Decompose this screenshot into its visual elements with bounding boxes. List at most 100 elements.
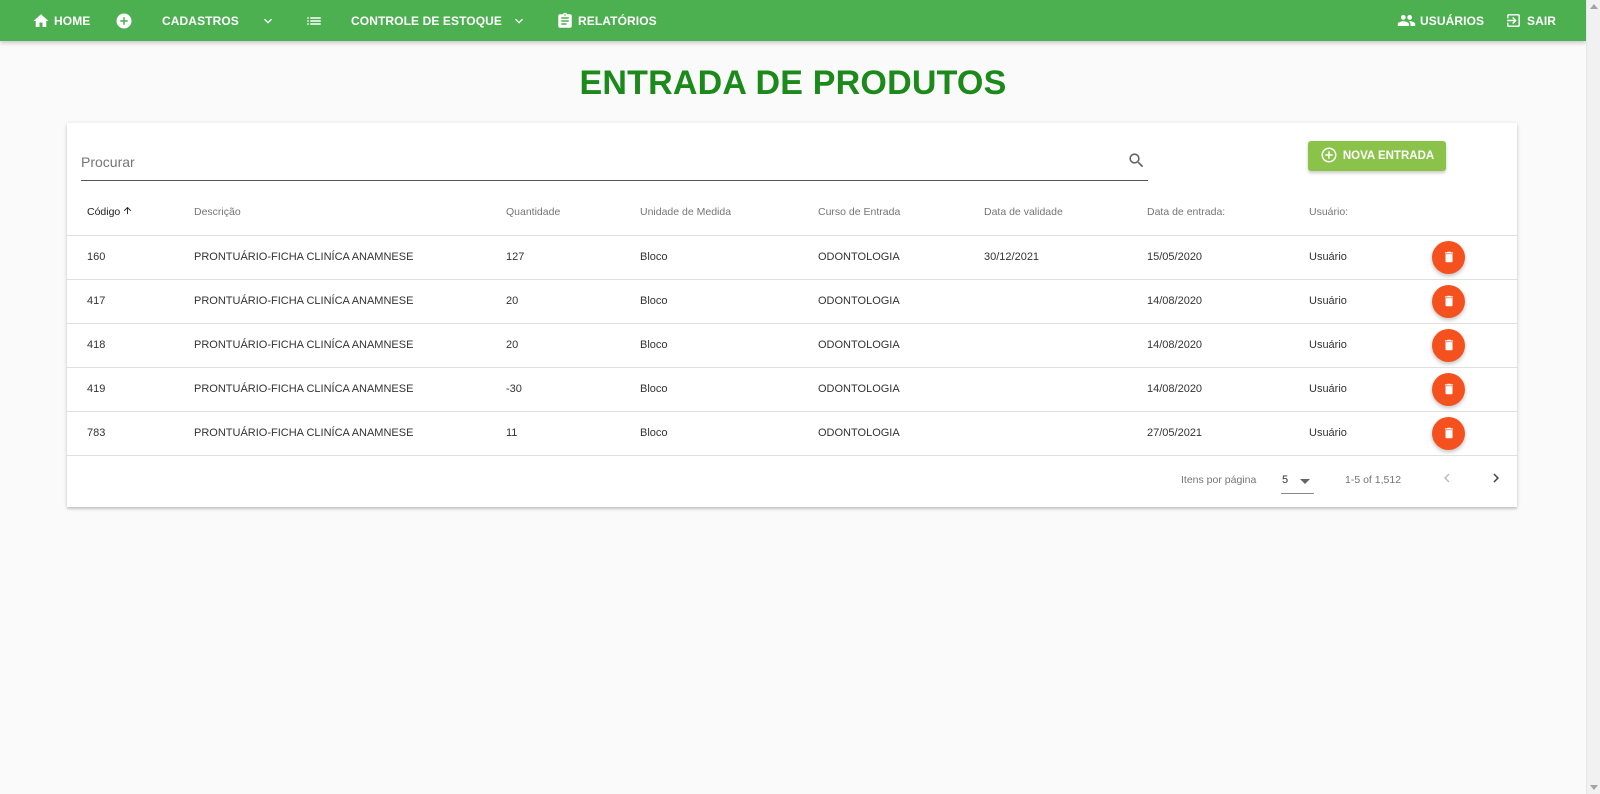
delete-button[interactable] — [1432, 240, 1465, 274]
arrow-up-icon — [122, 205, 133, 219]
cell-codigo: 419 — [67, 367, 194, 412]
cell-actions — [1432, 411, 1517, 456]
table-row[interactable]: 417 PRONTUÁRIO-FICHA CLINÍCA ANAMNESE 20 Bl… — [67, 279, 1517, 324]
nav-sair[interactable]: SAIR — [1505, 0, 1556, 41]
list-icon[interactable] — [305, 0, 323, 41]
cell-codigo: 783 — [67, 411, 194, 456]
chevron-right-icon — [1493, 473, 1499, 483]
table-row[interactable]: 160 PRONTUÁRIO-FICHA CLINÍCA ANAMNESE 127 B… — [67, 235, 1517, 280]
cell-data-entrada: 27/05/2021 — [1147, 411, 1309, 456]
cell-unidade: Bloco — [640, 411, 818, 456]
column-header-codigo[interactable]: Código — [67, 189, 194, 236]
cell-data-entrada: 14/08/2020 — [1147, 367, 1309, 412]
page-size-select[interactable]: 5 — [1281, 466, 1314, 494]
table-row[interactable]: 419 PRONTUÁRIO-FICHA CLINÍCA ANAMNESE -30 B… — [67, 367, 1517, 412]
delete-button[interactable] — [1432, 284, 1465, 318]
cell-descricao: PRONTUÁRIO-FICHA CLINÍCA ANAMNESE — [194, 367, 506, 412]
trash-icon — [1442, 294, 1456, 308]
cell-usuario: Usuário — [1309, 323, 1432, 368]
cell-data-entrada: 15/05/2020 — [1147, 235, 1309, 280]
cell-data-entrada: 14/08/2020 — [1147, 323, 1309, 368]
nav-home-label: HOME — [54, 13, 91, 28]
column-header-validade[interactable]: Data de validade — [984, 189, 1147, 236]
new-entry-button-label: NOVA ENTRADA — [1342, 150, 1435, 162]
chevron-down-icon[interactable] — [260, 0, 276, 41]
cell-descricao: PRONTUÁRIO-FICHA CLINÍCA ANAMNESE — [194, 279, 506, 324]
nav-cadastros[interactable]: CADASTROS — [162, 0, 239, 41]
column-header-label: Código — [87, 205, 121, 218]
cell-quantidade: 11 — [506, 411, 640, 456]
cell-curso: ODONTOLOGIA — [818, 235, 984, 280]
cell-descricao: PRONTUÁRIO-FICHA CLINÍCA ANAMNESE — [194, 323, 506, 368]
cell-validade — [984, 323, 1147, 368]
nav-controle-estoque[interactable]: CONTROLE DE ESTOQUE — [351, 0, 502, 41]
chevron-down-icon[interactable] — [511, 0, 527, 41]
entries-card: NOVA ENTRADA Código Descrição Quantidade… — [67, 123, 1517, 507]
vertical-scrollbar[interactable] — [1586, 0, 1600, 794]
cell-usuario: Usuário — [1309, 411, 1432, 456]
nav-relatorios[interactable]: RELATÓRIOS — [556, 0, 657, 41]
cell-usuario: Usuário — [1309, 235, 1432, 280]
column-header-curso[interactable]: Curso de Entrada — [818, 189, 984, 236]
cell-unidade: Bloco — [640, 323, 818, 368]
chevron-left-icon — [1444, 473, 1450, 483]
cell-codigo: 418 — [67, 323, 194, 368]
column-header-descricao[interactable]: Descrição — [194, 189, 506, 236]
cell-descricao: PRONTUÁRIO-FICHA CLINÍCA ANAMNESE — [194, 411, 506, 456]
cell-quantidade: 20 — [506, 279, 640, 324]
nav-usuarios[interactable]: USUÁRIOS — [1397, 0, 1484, 41]
people-icon — [1397, 11, 1416, 30]
column-header-data-entrada[interactable]: Data de entrada: — [1147, 189, 1309, 236]
nav-usuarios-label: USUÁRIOS — [1420, 13, 1485, 28]
next-page-button[interactable] — [1487, 469, 1505, 490]
cell-curso: ODONTOLOGIA — [818, 279, 984, 324]
page-size-value: 5 — [1282, 474, 1289, 486]
page: HOME CADASTROS CONTROLE DE ESTOQUE RELAT… — [0, 0, 1600, 794]
trash-icon — [1442, 250, 1456, 264]
column-header-quantidade[interactable]: Quantidade — [506, 189, 640, 236]
nav-sair-label: SAIR — [1527, 13, 1557, 28]
cell-quantidade: -30 — [506, 367, 640, 412]
page-title: ENTRADA DE PRODUTOS — [579, 64, 1007, 102]
cell-usuario: Usuário — [1309, 367, 1432, 412]
cell-unidade: Bloco — [640, 279, 818, 324]
delete-button[interactable] — [1432, 328, 1465, 362]
search-icon[interactable] — [1127, 151, 1146, 175]
search-field — [81, 145, 1148, 181]
exit-icon — [1505, 12, 1522, 29]
page-range-label: 1-5 of 1,512 — [1345, 474, 1402, 486]
scroll-down-icon[interactable] — [1590, 785, 1598, 790]
cell-data-entrada: 14/08/2020 — [1147, 279, 1309, 324]
cell-curso: ODONTOLOGIA — [818, 367, 984, 412]
caret-down-icon — [1300, 479, 1310, 484]
paginator: Itens por página 5 1-5 of 1,512 — [67, 454, 1517, 507]
entries-table: Código Descrição Quantidade Unidade de M… — [67, 189, 1517, 456]
table-row[interactable]: 418 PRONTUÁRIO-FICHA CLINÍCA ANAMNESE 20 Bl… — [67, 323, 1517, 368]
nav-home[interactable]: HOME — [32, 0, 90, 41]
nav-relatorios-label: RELATÓRIOS — [578, 13, 657, 28]
search-input[interactable] — [81, 149, 1101, 175]
cell-descricao: PRONTUÁRIO-FICHA CLINÍCA ANAMNESE — [194, 235, 506, 280]
delete-button[interactable] — [1432, 416, 1465, 450]
column-header-actions — [1432, 189, 1517, 236]
cell-validade — [984, 411, 1147, 456]
trash-icon — [1442, 426, 1456, 440]
table-row[interactable]: 783 PRONTUÁRIO-FICHA CLINÍCA ANAMNESE 11 Bl… — [67, 411, 1517, 456]
column-header-unidade[interactable]: Unidade de Medida — [640, 189, 818, 236]
trash-icon — [1442, 382, 1456, 396]
scroll-up-icon[interactable] — [1590, 4, 1598, 9]
cell-actions — [1432, 367, 1517, 412]
add-circle-icon[interactable] — [115, 0, 133, 41]
cell-validade: 30/12/2021 — [984, 235, 1147, 280]
new-entry-button[interactable]: NOVA ENTRADA — [1308, 141, 1446, 171]
cell-validade — [984, 279, 1147, 324]
previous-page-button[interactable] — [1438, 469, 1456, 490]
cell-actions — [1432, 323, 1517, 368]
add-circle-outline-icon — [1320, 146, 1343, 167]
column-header-usuario[interactable]: Usuário: — [1309, 189, 1432, 236]
cell-quantidade: 20 — [506, 323, 640, 368]
table-header-row: Código Descrição Quantidade Unidade de M… — [67, 189, 1517, 236]
cell-actions — [1432, 279, 1517, 324]
delete-button[interactable] — [1432, 372, 1465, 406]
table-body: 160 PRONTUÁRIO-FICHA CLINÍCA ANAMNESE 127 B… — [67, 235, 1517, 456]
